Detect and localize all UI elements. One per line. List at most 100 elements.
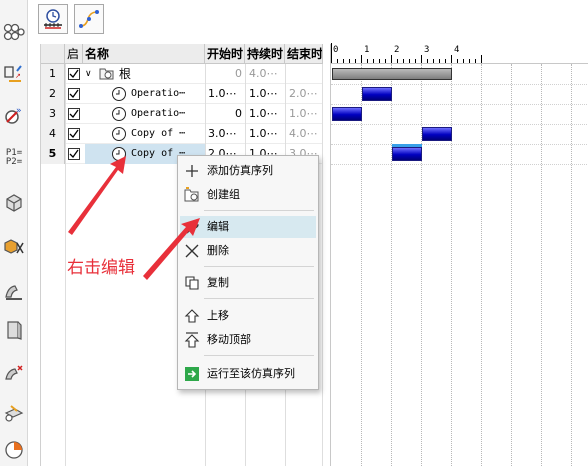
gantt-bar-2[interactable]	[362, 87, 392, 101]
start-cell: 1.0⋯	[208, 87, 237, 100]
ruler-tick	[463, 59, 464, 63]
grid-line	[331, 164, 588, 165]
column-divider	[322, 64, 323, 466]
arrow-up-icon	[184, 308, 200, 324]
solid-box-icon[interactable]	[2, 190, 26, 214]
header-duration[interactable]: 持续时	[245, 44, 285, 64]
gripper-icon[interactable]	[2, 362, 26, 386]
menu-item-add-sequence[interactable]: 添加仿真序列	[180, 160, 316, 182]
ruler-tick	[397, 59, 398, 63]
menu-separator	[204, 298, 314, 299]
menu-item-delete[interactable]: 删除	[180, 240, 316, 262]
menu-item-edit[interactable]: 编辑	[180, 216, 316, 238]
p1-p2-icon[interactable]: P1= P2=	[2, 146, 26, 170]
plus-icon	[184, 163, 200, 179]
menu-item-move-up[interactable]: 上移	[180, 305, 316, 327]
ruler-tick	[433, 59, 434, 63]
ruler-label-4: 4	[454, 45, 460, 55]
gantt-chart: 0 1 2 3 4	[330, 43, 588, 466]
name-cell: Operatio⋯	[85, 84, 205, 104]
ruler-label-2: 2	[394, 45, 400, 55]
ruler-tick	[481, 55, 482, 63]
gantt-timing-icon[interactable]	[38, 4, 68, 34]
start-cell: 3.0⋯	[208, 127, 237, 140]
header-end[interactable]: 结束时	[285, 44, 323, 64]
table-row[interactable]: 1 ∨ 根 0 4.0⋯	[41, 64, 323, 84]
gantt-bar-root[interactable]	[332, 68, 452, 80]
start-cell: 0	[235, 67, 242, 80]
duration-cell: 4.0⋯	[249, 67, 278, 80]
grid-line	[331, 124, 588, 125]
book-icon[interactable]	[2, 318, 26, 342]
table-row[interactable]: 2 Operatio⋯ 1.0⋯ 1.0⋯ 2.0⋯	[41, 84, 323, 104]
menu-item-label: 复制	[207, 276, 229, 289]
enable-checkbox[interactable]	[68, 148, 80, 160]
annotation-text: 右击编辑	[67, 258, 135, 278]
context-menu: 添加仿真序列 创建组 编辑 删除 复制 上移 移动顶部 运行至该仿真序列	[177, 155, 319, 390]
gantt-bar-3[interactable]	[332, 107, 362, 121]
gantt-bar-5[interactable]	[392, 147, 422, 161]
duration-cell: 1.0⋯	[249, 127, 278, 140]
column-divider	[65, 64, 66, 466]
gantt-bar-4[interactable]	[422, 127, 452, 141]
end-cell: 1.0⋯	[289, 107, 318, 120]
menu-item-label: 添加仿真序列	[207, 164, 273, 177]
welding-icon[interactable]	[2, 400, 26, 424]
name-cell: Operatio⋯	[85, 104, 205, 124]
header-name[interactable]: 名称	[83, 44, 205, 64]
graph-nodes-icon[interactable]	[2, 22, 26, 46]
header-enabled[interactable]: 启	[65, 44, 83, 64]
ruler-tick	[385, 59, 386, 63]
frame-axis-icon[interactable]: ↗	[2, 62, 26, 86]
ruler-tick	[415, 59, 416, 63]
measure-icon[interactable]: »	[2, 104, 26, 128]
row-number: 1	[41, 64, 65, 84]
menu-item-create-group[interactable]: 创建组	[180, 184, 316, 206]
enable-checkbox[interactable]	[68, 128, 80, 140]
copy-icon	[184, 275, 200, 291]
row-number: 4	[41, 124, 65, 144]
enable-checkbox[interactable]	[68, 108, 80, 120]
ruler-tick	[409, 59, 410, 63]
curve-path-icon[interactable]	[74, 4, 104, 34]
wrench-icon	[184, 219, 200, 235]
pie-clock-icon[interactable]	[2, 438, 26, 462]
ruler-tick	[367, 59, 368, 63]
ruler-tick	[475, 59, 476, 63]
ruler-tick	[451, 55, 452, 63]
menu-item-label: 编辑	[207, 220, 229, 233]
enable-checkbox[interactable]	[68, 88, 80, 100]
clamp-icon[interactable]	[2, 280, 26, 304]
row-name: Copy of ⋯	[131, 128, 186, 139]
table-row[interactable]: 4 Copy of ⋯ 3.0⋯ 1.0⋯ 4.0⋯	[41, 124, 323, 144]
header-start[interactable]: 开始时	[205, 44, 245, 64]
menu-separator	[204, 266, 314, 267]
menu-item-move-top[interactable]: 移动顶部	[180, 329, 316, 351]
menu-separator	[204, 210, 314, 211]
clock-icon	[111, 146, 127, 164]
menu-item-label: 删除	[207, 244, 229, 257]
table-row[interactable]: 3 Operatio⋯ 0 1.0⋯ 1.0⋯	[41, 104, 323, 124]
enable-checkbox[interactable]	[68, 68, 80, 80]
svg-text:↗: ↗	[15, 72, 21, 80]
ruler-tick	[445, 59, 446, 63]
menu-item-label: 上移	[207, 309, 229, 322]
clock-icon	[111, 106, 127, 124]
menu-item-label: 运行至该仿真序列	[207, 367, 295, 380]
folder-icon	[99, 66, 115, 84]
ruler-label-1: 1	[364, 45, 370, 55]
ruler-tick	[469, 59, 470, 63]
menu-item-copy[interactable]: 复制	[180, 272, 316, 294]
ruler-tick	[349, 59, 350, 63]
chevron-down-icon[interactable]: ∨	[85, 64, 92, 84]
collision-box-icon[interactable]	[2, 234, 26, 258]
ruler-label-3: 3	[424, 45, 430, 55]
menu-item-label: 移动顶部	[207, 333, 251, 346]
menu-item-run-to[interactable]: 运行至该仿真序列	[180, 363, 316, 385]
ruler-tick	[421, 55, 422, 63]
ruler-label-0: 0	[333, 45, 339, 55]
arrow-top-icon	[184, 332, 200, 348]
grid-line	[331, 84, 588, 85]
left-toolbar: ↗ » P1= P2=	[0, 0, 28, 466]
ruler-tick	[343, 59, 344, 63]
